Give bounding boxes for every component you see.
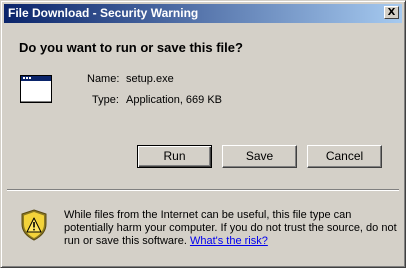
file-type-value: Application, 669 KB bbox=[126, 94, 223, 106]
save-button[interactable]: Save bbox=[222, 145, 297, 168]
close-icon: X bbox=[387, 7, 396, 18]
separator bbox=[7, 189, 399, 191]
warning-message: While files from the Internet can be use… bbox=[64, 209, 397, 248]
file-download-dialog: File Download - Security Warning X Do yo… bbox=[0, 0, 406, 268]
title-bar[interactable]: File Download - Security Warning X bbox=[4, 4, 402, 23]
type-label: Type: bbox=[92, 94, 119, 106]
dialog-title: File Download - Security Warning bbox=[8, 6, 199, 20]
name-label: Name: bbox=[87, 73, 120, 85]
whats-the-risk-link[interactable]: What's the risk? bbox=[190, 235, 268, 247]
cancel-button[interactable]: Cancel bbox=[307, 145, 382, 168]
file-name-value: setup.exe bbox=[126, 73, 174, 85]
run-button[interactable]: Run bbox=[137, 145, 212, 168]
shield-warning-icon bbox=[21, 209, 47, 241]
close-button[interactable]: X bbox=[384, 6, 399, 19]
application-window-icon bbox=[20, 75, 52, 103]
question-heading: Do you want to run or save this file? bbox=[19, 40, 243, 55]
